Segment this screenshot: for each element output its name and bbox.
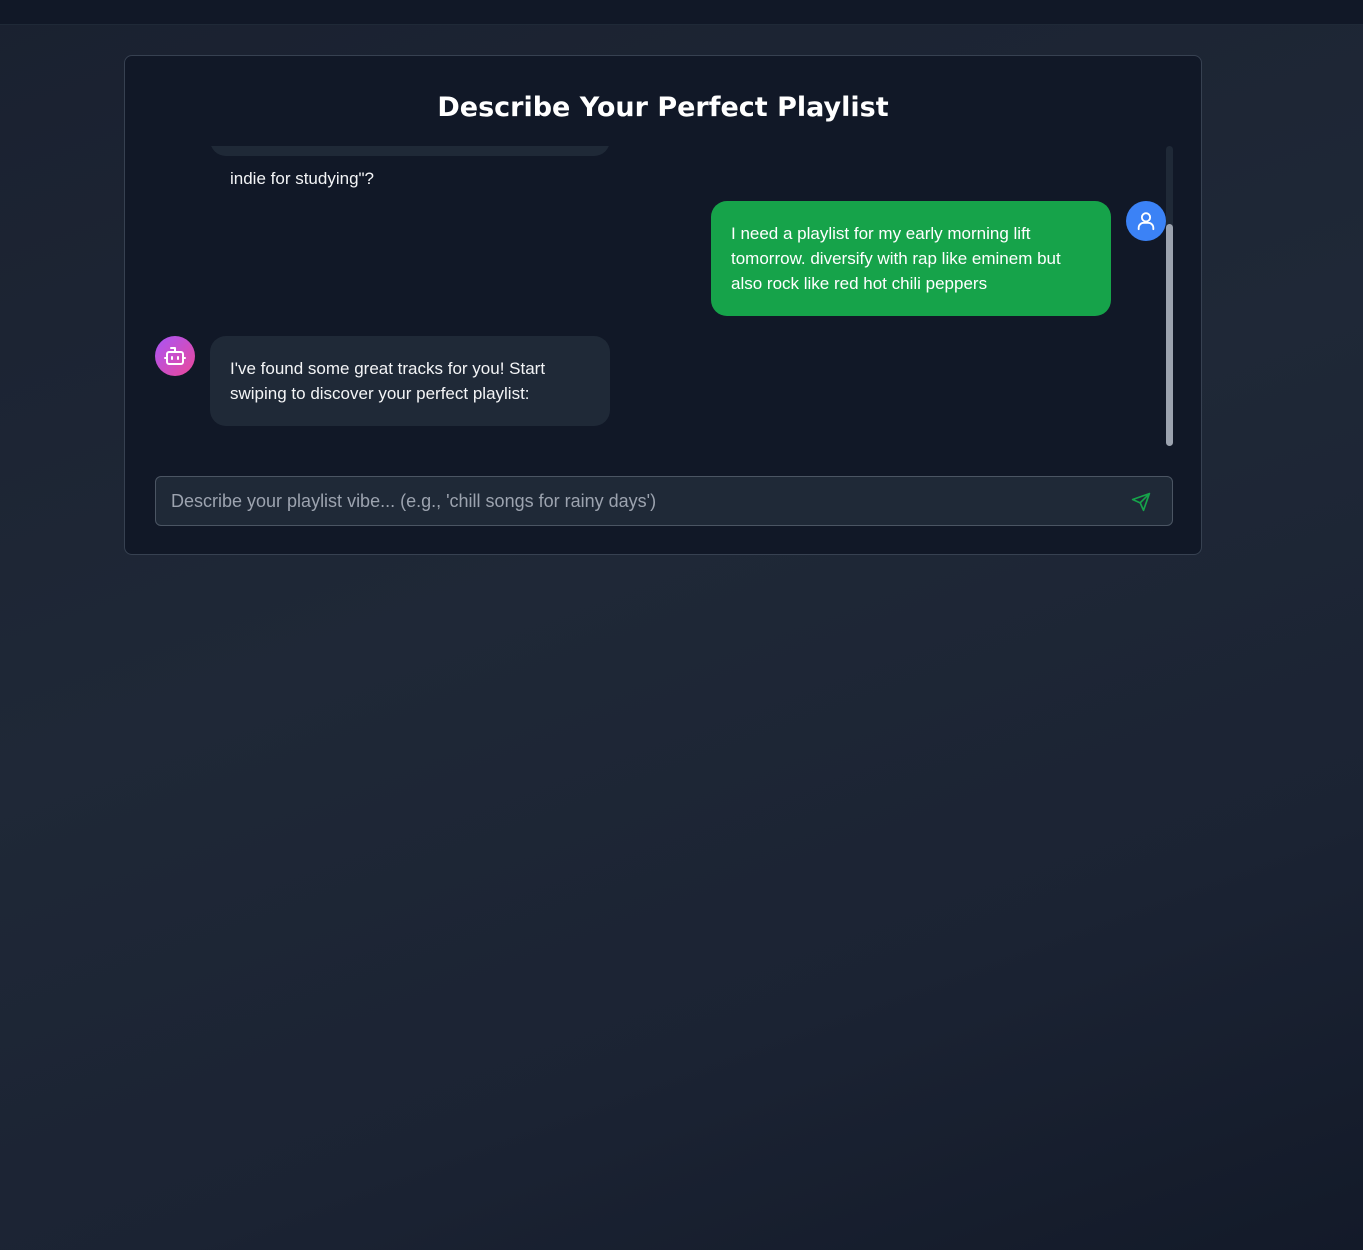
user-icon [1137,212,1155,231]
chat-messages: indie for studying"? I need a playlist f… [155,146,1171,446]
chat-scrollbar-thumb[interactable] [1166,224,1173,446]
bot-message-bubble: indie for studying"? [210,146,610,188]
top-bar [0,0,1363,25]
bot-message-bubble: I've found some great tracks for you! St… [210,336,610,426]
bot-message-text: indie for studying"? [230,169,375,188]
user-message-text: I need a playlist for my early morning l… [731,224,1061,293]
user-avatar [1126,201,1166,241]
playlist-chat-card: Describe Your Perfect Playlist indie for… [124,55,1202,555]
send-icon [1131,492,1151,512]
bot-avatar [155,336,195,376]
playlist-prompt-input[interactable] [156,477,1116,525]
user-message-bubble: I need a playlist for my early morning l… [711,201,1111,316]
bot-icon [164,347,186,365]
bot-message-text: I've found some great tracks for you! St… [230,359,546,403]
prompt-input-container [155,476,1173,526]
chat-scrollbar[interactable] [1166,146,1173,446]
send-button[interactable] [1128,489,1154,515]
page-title: Describe Your Perfect Playlist [437,92,889,123]
